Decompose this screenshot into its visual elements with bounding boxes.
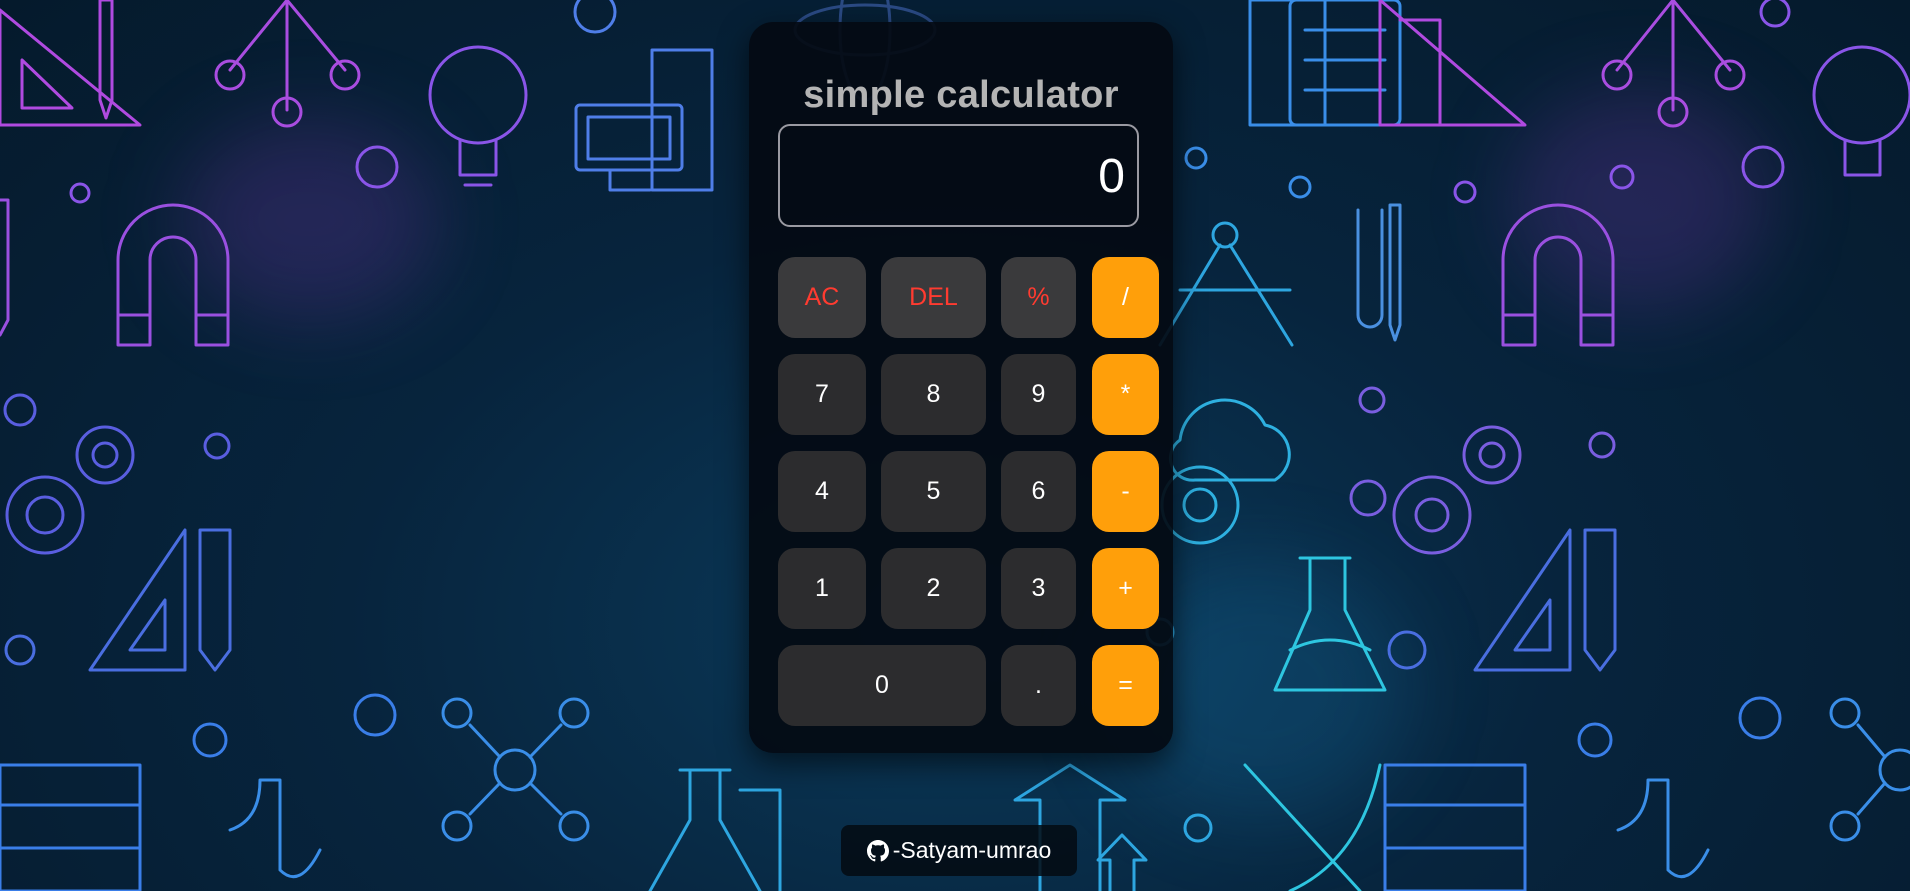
pencil-icon: [0, 198, 10, 337]
gear-icon: [5, 425, 135, 555]
circle-icon: [192, 722, 228, 758]
digit-6-button[interactable]: 6: [1001, 451, 1076, 532]
digit-7-button[interactable]: 7: [778, 354, 866, 435]
circle-icon: [1588, 431, 1616, 459]
pi-calculator-icon: [1248, 0, 1402, 127]
circle-icon: [1288, 175, 1312, 199]
percent-button[interactable]: %: [1001, 257, 1076, 338]
digit-5-button[interactable]: 5: [881, 451, 986, 532]
set-square-icon: [0, 0, 142, 127]
circle-icon: [4, 634, 36, 666]
magnet-icon: [1501, 203, 1615, 347]
magnet-icon: [116, 203, 230, 347]
digit-1-button[interactable]: 1: [778, 548, 866, 629]
circle-icon: [1184, 146, 1208, 170]
github-link[interactable]: -Satyam-umrao: [841, 825, 1077, 876]
pendulum-icon: [1601, 0, 1746, 128]
cloud-gear-icon: [1160, 398, 1291, 545]
set-square-icon: [1378, 0, 1527, 127]
circle-icon: [1358, 386, 1386, 414]
multiply-button[interactable]: *: [1092, 354, 1159, 435]
github-username: -Satyam-umrao: [892, 837, 1052, 863]
digit-4-button[interactable]: 4: [778, 451, 866, 532]
molecule-icon: [441, 697, 590, 842]
circle-icon: [355, 145, 399, 189]
circle-icon: [1349, 479, 1387, 517]
calculator-panel: simple calculator 0 AC DEL % / 7 8 9 * 4…: [749, 22, 1173, 753]
binary-grid-icon: [0, 763, 142, 891]
circle-icon: [1609, 164, 1635, 190]
graph-icon: [1243, 763, 1382, 891]
circle-icon: [1387, 630, 1427, 670]
flask-icon: [648, 768, 782, 891]
gear-icon: [1392, 425, 1522, 555]
add-button[interactable]: +: [1092, 548, 1159, 629]
all-clear-button[interactable]: AC: [778, 257, 866, 338]
circle-icon: [69, 182, 91, 204]
pendulum-icon: [214, 0, 361, 128]
digit-0-button[interactable]: 0: [778, 645, 986, 726]
circle-icon: [1453, 180, 1477, 204]
graph-icon: [1616, 778, 1710, 879]
circle-icon: [1738, 696, 1782, 740]
subtract-button[interactable]: -: [1092, 451, 1159, 532]
set-square-icon: [88, 528, 232, 672]
test-tube-icon: [1356, 203, 1402, 342]
delete-button[interactable]: DEL: [881, 257, 986, 338]
calculator-title: simple calculator: [803, 74, 1119, 116]
compass-icon: [1158, 221, 1294, 347]
circle-icon: [1577, 722, 1613, 758]
digit-8-button[interactable]: 8: [881, 354, 986, 435]
pi-calculator-icon: [574, 48, 714, 192]
digit-2-button[interactable]: 2: [881, 548, 986, 629]
decimal-button[interactable]: .: [1001, 645, 1076, 726]
circle-icon: [353, 693, 397, 737]
graph-icon: [228, 778, 322, 879]
set-square-icon: [1473, 528, 1617, 672]
digit-9-button[interactable]: 9: [1001, 354, 1076, 435]
flask-icon: [1273, 556, 1387, 692]
molecule-icon: [1829, 697, 1910, 842]
equals-button[interactable]: =: [1092, 645, 1159, 726]
circle-icon: [1183, 813, 1213, 843]
lightbulb-icon: [1812, 45, 1910, 177]
circle-icon: [1759, 0, 1791, 28]
digit-3-button[interactable]: 3: [1001, 548, 1076, 629]
circle-icon: [573, 0, 617, 34]
calculator-display: 0: [778, 124, 1139, 227]
lightbulb-icon: [428, 45, 528, 187]
github-icon: [866, 839, 889, 861]
binary-grid-icon: [1383, 763, 1527, 891]
circle-icon: [3, 393, 37, 427]
circle-icon: [1741, 145, 1785, 189]
divide-button[interactable]: /: [1092, 257, 1159, 338]
circle-icon: [203, 432, 231, 460]
